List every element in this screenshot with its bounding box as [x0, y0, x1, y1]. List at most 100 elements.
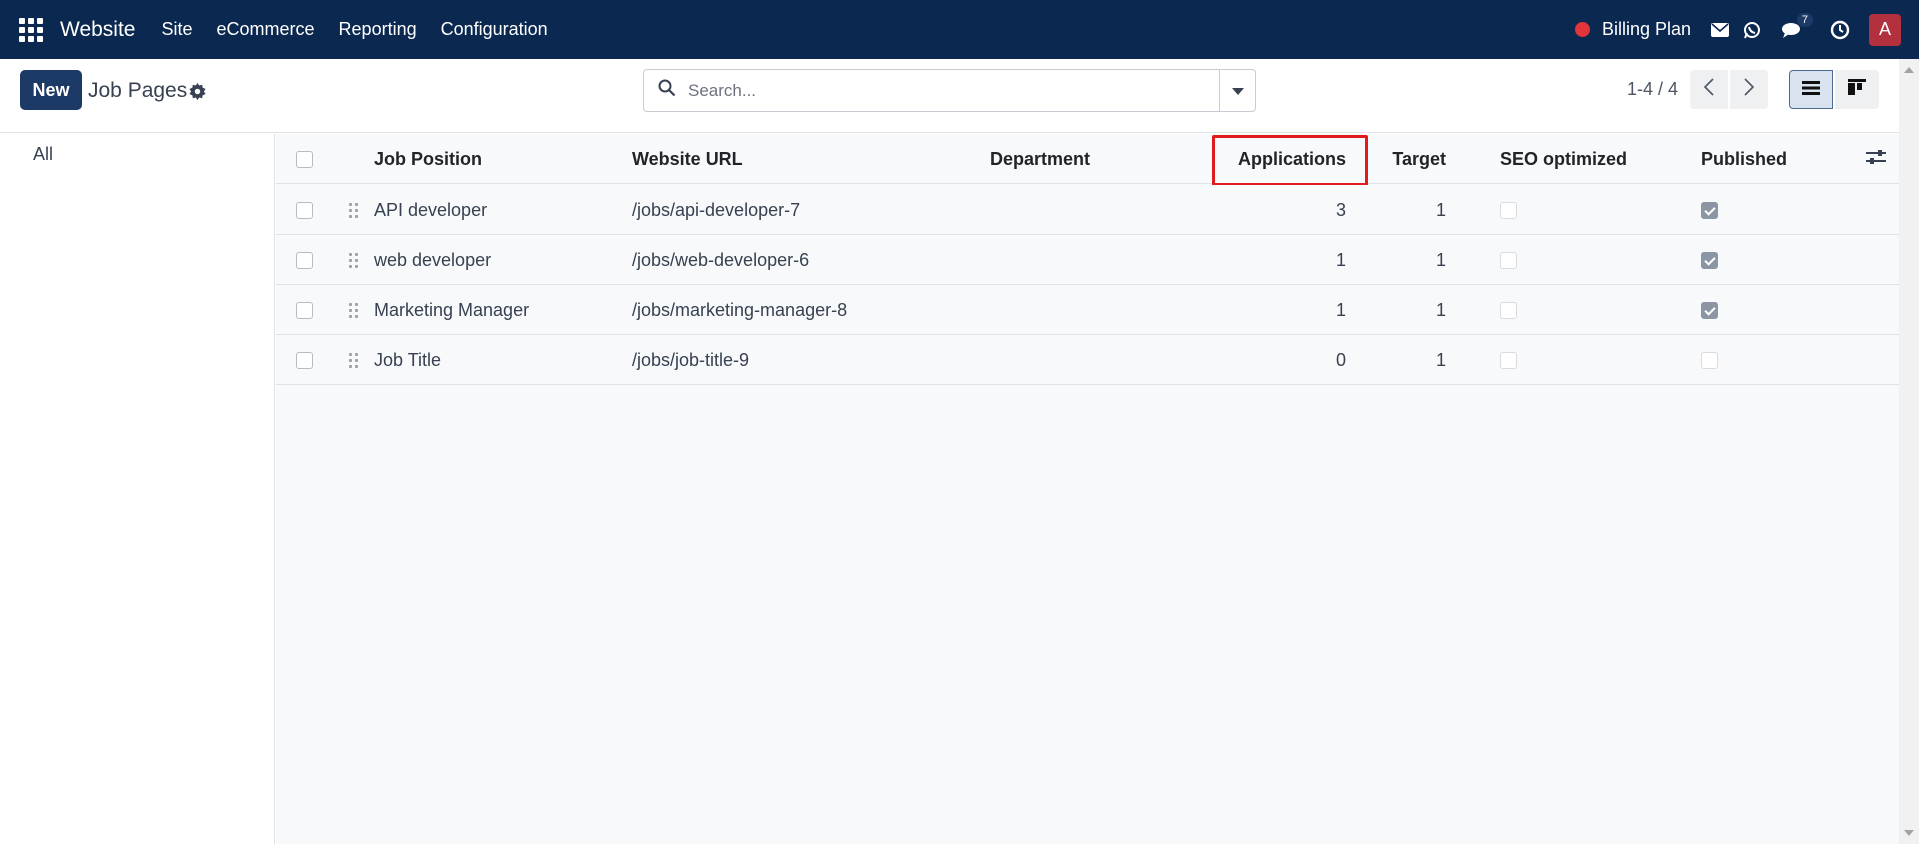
- scroll-down-icon[interactable]: [1904, 830, 1914, 836]
- optional-columns-toggle[interactable]: [1866, 134, 1886, 184]
- seo-optimized-cell: [1500, 335, 1517, 385]
- drag-handle-icon[interactable]: [349, 235, 358, 285]
- table-row[interactable]: web developer /jobs/web-developer-6 1 1: [276, 235, 1899, 285]
- optional-columns-icon: [1866, 149, 1886, 170]
- applications-cell: 0: [1335, 349, 1346, 370]
- new-button[interactable]: New: [20, 70, 82, 110]
- drag-handle-icon[interactable]: [349, 185, 358, 235]
- search-options-toggle[interactable]: [1219, 70, 1255, 111]
- whatsapp-icon[interactable]: [1741, 19, 1763, 41]
- column-header-department[interactable]: Department: [990, 134, 1090, 184]
- app-brand[interactable]: Website: [60, 18, 135, 42]
- job-position-cell: Job Title: [374, 349, 442, 370]
- row-checkbox[interactable]: [296, 201, 313, 219]
- published-checkbox: [1701, 251, 1718, 269]
- job-position-cell: API developer: [374, 199, 488, 220]
- seo-optimized-checkbox: [1500, 351, 1517, 369]
- column-header-website-url[interactable]: Website URL: [632, 134, 743, 184]
- column-header-seo-optimized[interactable]: SEO optimized: [1500, 134, 1627, 184]
- page-title: Job Pages: [88, 79, 188, 102]
- sidebar-item-all[interactable]: All: [33, 144, 53, 165]
- job-position-cell: web developer: [374, 249, 492, 270]
- target-cell: 1: [1435, 299, 1446, 320]
- pager-buttons: [1690, 70, 1768, 109]
- applications-cell: 1: [1335, 249, 1346, 270]
- website-url-cell: /jobs/api-developer-7: [632, 199, 801, 220]
- clock-icon[interactable]: [1829, 19, 1851, 41]
- page-scrollbar[interactable]: [1899, 59, 1919, 844]
- column-header-target[interactable]: Target: [1366, 134, 1446, 184]
- table-row[interactable]: Job Title /jobs/job-title-9 0 1: [276, 335, 1899, 385]
- search-input[interactable]: [688, 70, 1219, 111]
- list-view: Job Position Website URL Department Appl…: [276, 134, 1899, 844]
- menu-reporting[interactable]: Reporting: [339, 19, 417, 40]
- published-cell: [1701, 285, 1718, 335]
- search-icon: [658, 79, 676, 102]
- drag-handle-icon[interactable]: [349, 335, 358, 385]
- row-checkbox[interactable]: [296, 351, 313, 369]
- target-cell: 1: [1435, 199, 1446, 220]
- seo-optimized-checkbox: [1500, 251, 1517, 269]
- row-checkbox[interactable]: [296, 301, 313, 319]
- chat-icon[interactable]: 7: [1781, 12, 1813, 41]
- table-row[interactable]: Marketing Manager /jobs/marketing-manage…: [276, 285, 1899, 335]
- chevron-left-icon: [1703, 78, 1714, 101]
- kanban-view-button[interactable]: [1835, 70, 1879, 109]
- kanban-view-icon: [1848, 79, 1866, 100]
- drag-handle-icon[interactable]: [349, 285, 358, 335]
- sidebar-panel: All: [0, 134, 275, 844]
- table-header: Job Position Website URL Department Appl…: [276, 134, 1899, 186]
- column-header-published[interactable]: Published: [1701, 134, 1787, 184]
- gear-icon[interactable]: [189, 83, 206, 105]
- row-checkbox[interactable]: [296, 251, 313, 269]
- applications-cell: 1: [1335, 299, 1346, 320]
- job-position-cell: Marketing Manager: [374, 299, 530, 320]
- billing-plan-label: Billing Plan: [1601, 19, 1691, 39]
- apps-menu-icon[interactable]: [16, 15, 46, 45]
- menu-ecommerce[interactable]: eCommerce: [217, 19, 315, 40]
- status-dot-icon: [1574, 22, 1590, 37]
- seo-optimized-checkbox: [1500, 201, 1517, 219]
- menu-configuration[interactable]: Configuration: [441, 19, 548, 40]
- applications-highlight-box: [1212, 135, 1368, 186]
- menu-site[interactable]: Site: [161, 19, 192, 40]
- pager-value[interactable]: 1-4 / 4: [1627, 79, 1678, 100]
- billing-plan[interactable]: Billing Plan: [1574, 19, 1691, 40]
- select-all-checkbox[interactable]: [296, 150, 313, 168]
- seo-optimized-cell: [1500, 235, 1517, 285]
- website-url-cell: /jobs/job-title-9: [632, 349, 750, 370]
- published-cell: [1701, 185, 1718, 235]
- published-checkbox: [1701, 201, 1718, 219]
- user-avatar[interactable]: A: [1869, 13, 1901, 46]
- view-switcher: [1789, 70, 1879, 109]
- search-bar: [643, 69, 1256, 112]
- website-url-cell: /jobs/web-developer-6: [632, 249, 810, 270]
- website-url-cell: /jobs/marketing-manager-8: [632, 299, 848, 320]
- target-cell: 1: [1435, 249, 1446, 270]
- row-select-cell: [296, 285, 313, 335]
- row-select-cell: [296, 185, 313, 235]
- select-all-cell: [296, 134, 313, 184]
- scroll-up-icon[interactable]: [1904, 67, 1914, 73]
- target-cell: 1: [1435, 349, 1446, 370]
- pager-next-button[interactable]: [1730, 70, 1768, 109]
- seo-optimized-checkbox: [1500, 301, 1517, 319]
- published-checkbox: [1701, 301, 1718, 319]
- pager-previous-button[interactable]: [1690, 70, 1728, 109]
- control-panel: New Job Pages 1-4 / 4: [0, 59, 1919, 133]
- applications-cell: 3: [1335, 199, 1346, 220]
- list-view-button[interactable]: [1789, 70, 1833, 109]
- row-select-cell: [296, 335, 313, 385]
- table-row[interactable]: API developer /jobs/api-developer-7 3 1: [276, 185, 1899, 235]
- chat-badge: 7: [1796, 12, 1813, 27]
- envelope-icon[interactable]: [1709, 19, 1731, 41]
- caret-down-icon: [1231, 80, 1244, 101]
- seo-optimized-cell: [1500, 285, 1517, 335]
- seo-optimized-cell: [1500, 185, 1517, 235]
- list-view-icon: [1802, 79, 1820, 100]
- chevron-right-icon: [1744, 78, 1755, 101]
- published-cell: [1701, 235, 1718, 285]
- column-header-job-position[interactable]: Job Position: [374, 134, 482, 184]
- published-cell: [1701, 335, 1718, 385]
- row-select-cell: [296, 235, 313, 285]
